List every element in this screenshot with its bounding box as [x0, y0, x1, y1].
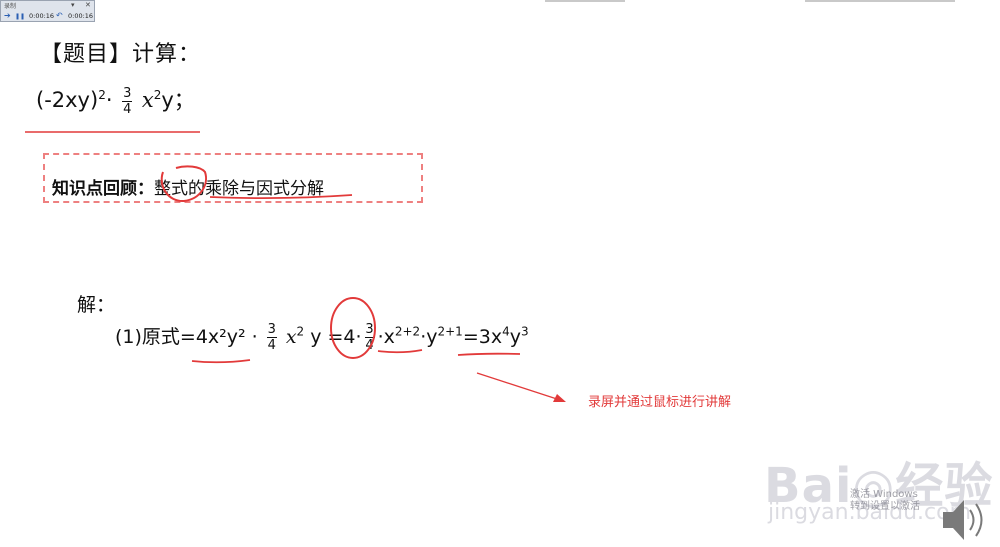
pen-annotations — [25, 131, 983, 540]
circle-zhengshi — [160, 165, 207, 203]
annotation-arrow-line — [476, 372, 561, 401]
underline-result — [457, 352, 521, 356]
underline-4x2y2 — [191, 359, 251, 364]
underline-x-exp — [377, 349, 423, 354]
circle-fraction — [330, 297, 376, 359]
underline-topic — [209, 194, 353, 200]
speaker-icon[interactable] — [943, 500, 983, 540]
